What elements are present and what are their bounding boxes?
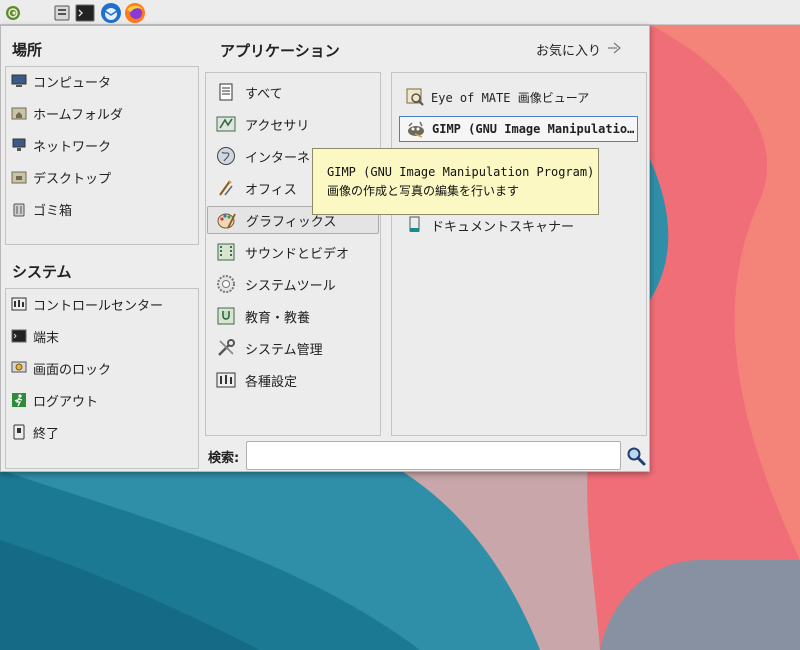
desktop-folder-icon — [11, 169, 27, 185]
tooltip-description: 画像の作成と写真の編集を行います — [327, 184, 520, 198]
places-item-label: コンピュータ — [33, 75, 112, 91]
system-tools-icon — [215, 273, 237, 295]
system-item-label: ログアウト — [33, 394, 99, 410]
places-item-label: デスクトップ — [33, 171, 112, 187]
system-item-lock-screen[interactable]: 画面のロック — [11, 356, 111, 380]
places-item-desktop[interactable]: デスクトップ — [11, 165, 111, 189]
thunderbird-icon[interactable] — [100, 2, 122, 24]
system-item-shutdown[interactable]: 終了 — [11, 420, 59, 444]
category-label: サウンドとビデオ — [245, 246, 350, 262]
system-item-label: コントロールセンター — [33, 298, 164, 314]
home-folder-icon — [11, 105, 27, 121]
places-item-label: ネットワーク — [33, 139, 112, 155]
category-label: 教育・教養 — [245, 310, 311, 326]
administration-icon — [215, 337, 237, 359]
category-preferences[interactable]: 各種設定 — [213, 366, 379, 394]
places-item-computer[interactable]: コンピュータ — [11, 69, 111, 93]
system-item-label: 端末 — [33, 330, 60, 346]
category-label: アクセサリ — [245, 118, 310, 134]
all-apps-icon — [215, 81, 237, 103]
logout-icon — [11, 392, 27, 408]
system-item-label: 終了 — [33, 426, 60, 442]
file-manager-icon[interactable] — [51, 2, 73, 24]
gimp-icon — [406, 119, 426, 139]
category-label: システム管理 — [245, 342, 323, 358]
places-item-label: ホームフォルダ — [33, 107, 123, 123]
system-item-logout[interactable]: ログアウト — [11, 388, 98, 412]
system-item-control-center[interactable]: コントロールセンター — [11, 292, 163, 316]
scanner-icon — [405, 215, 425, 235]
preferences-icon — [215, 369, 237, 391]
arrow-right-icon — [607, 41, 623, 59]
category-sound-video[interactable]: サウンドとビデオ — [213, 238, 379, 266]
category-label: オフィス — [245, 182, 297, 198]
app-tooltip: GIMP (GNU Image Manipulation Program) 画像… — [312, 148, 599, 215]
firefox-icon[interactable] — [124, 2, 146, 24]
control-center-icon — [11, 296, 27, 312]
graphics-icon — [216, 209, 238, 231]
app-label: Eye of MATE 画像ビューア — [431, 90, 590, 105]
category-label: 各種設定 — [245, 374, 298, 390]
lock-screen-icon — [11, 360, 27, 376]
app-gimp[interactable]: GIMP (GNU Image Manipulatio… — [399, 116, 638, 142]
trash-icon — [11, 201, 27, 217]
terminal-icon[interactable] — [74, 2, 96, 24]
tooltip-title: GIMP (GNU Image Manipulation Program) — [327, 165, 595, 179]
category-all[interactable]: すべて — [213, 78, 379, 106]
terminal-icon — [11, 328, 27, 344]
category-administration[interactable]: システム管理 — [213, 334, 379, 362]
app-eye-of-mate[interactable]: Eye of MATE 画像ビューア — [405, 84, 589, 110]
accessories-icon — [215, 113, 237, 135]
search-input[interactable] — [246, 441, 621, 470]
places-item-home[interactable]: ホームフォルダ — [11, 101, 123, 125]
system-item-terminal[interactable]: 端末 — [11, 324, 59, 348]
app-label: GIMP (GNU Image Manipulatio… — [432, 122, 635, 136]
image-viewer-icon — [405, 87, 425, 107]
places-item-trash[interactable]: ゴミ箱 — [11, 197, 72, 221]
education-icon — [215, 305, 237, 327]
sound-video-icon — [215, 241, 237, 263]
system-title: システム — [12, 263, 72, 281]
applications-title: アプリケーション — [220, 42, 340, 60]
computer-icon — [11, 73, 27, 89]
app-document-scanner[interactable]: ドキュメントスキャナー — [405, 212, 574, 238]
category-system-tools[interactable]: システムツール — [213, 270, 379, 298]
search-icon[interactable] — [626, 446, 646, 466]
category-label: すべて — [245, 86, 283, 102]
system-item-label: 画面のロック — [33, 362, 112, 378]
application-menu: 場所 コンピュータ ホームフォルダ ネットワーク デスクトップ ゴミ箱 システム — [0, 25, 650, 472]
places-title: 場所 — [12, 41, 43, 59]
network-icon — [11, 137, 27, 153]
shutdown-icon — [11, 424, 27, 440]
category-education[interactable]: 教育・教養 — [213, 302, 379, 330]
top-panel — [0, 0, 800, 25]
category-accessories[interactable]: アクセサリ — [213, 110, 379, 138]
favorites-button[interactable]: お気に入り — [536, 40, 623, 59]
internet-icon — [215, 145, 237, 167]
app-label: ドキュメントスキャナー — [431, 219, 575, 235]
favorites-label: お気に入り — [536, 44, 602, 59]
search-label: 検索: — [208, 451, 240, 466]
office-icon — [215, 177, 237, 199]
category-label: システムツール — [245, 278, 336, 294]
places-item-label: ゴミ箱 — [33, 203, 73, 219]
places-item-network[interactable]: ネットワーク — [11, 133, 111, 157]
mate-menu-icon[interactable] — [2, 2, 24, 24]
